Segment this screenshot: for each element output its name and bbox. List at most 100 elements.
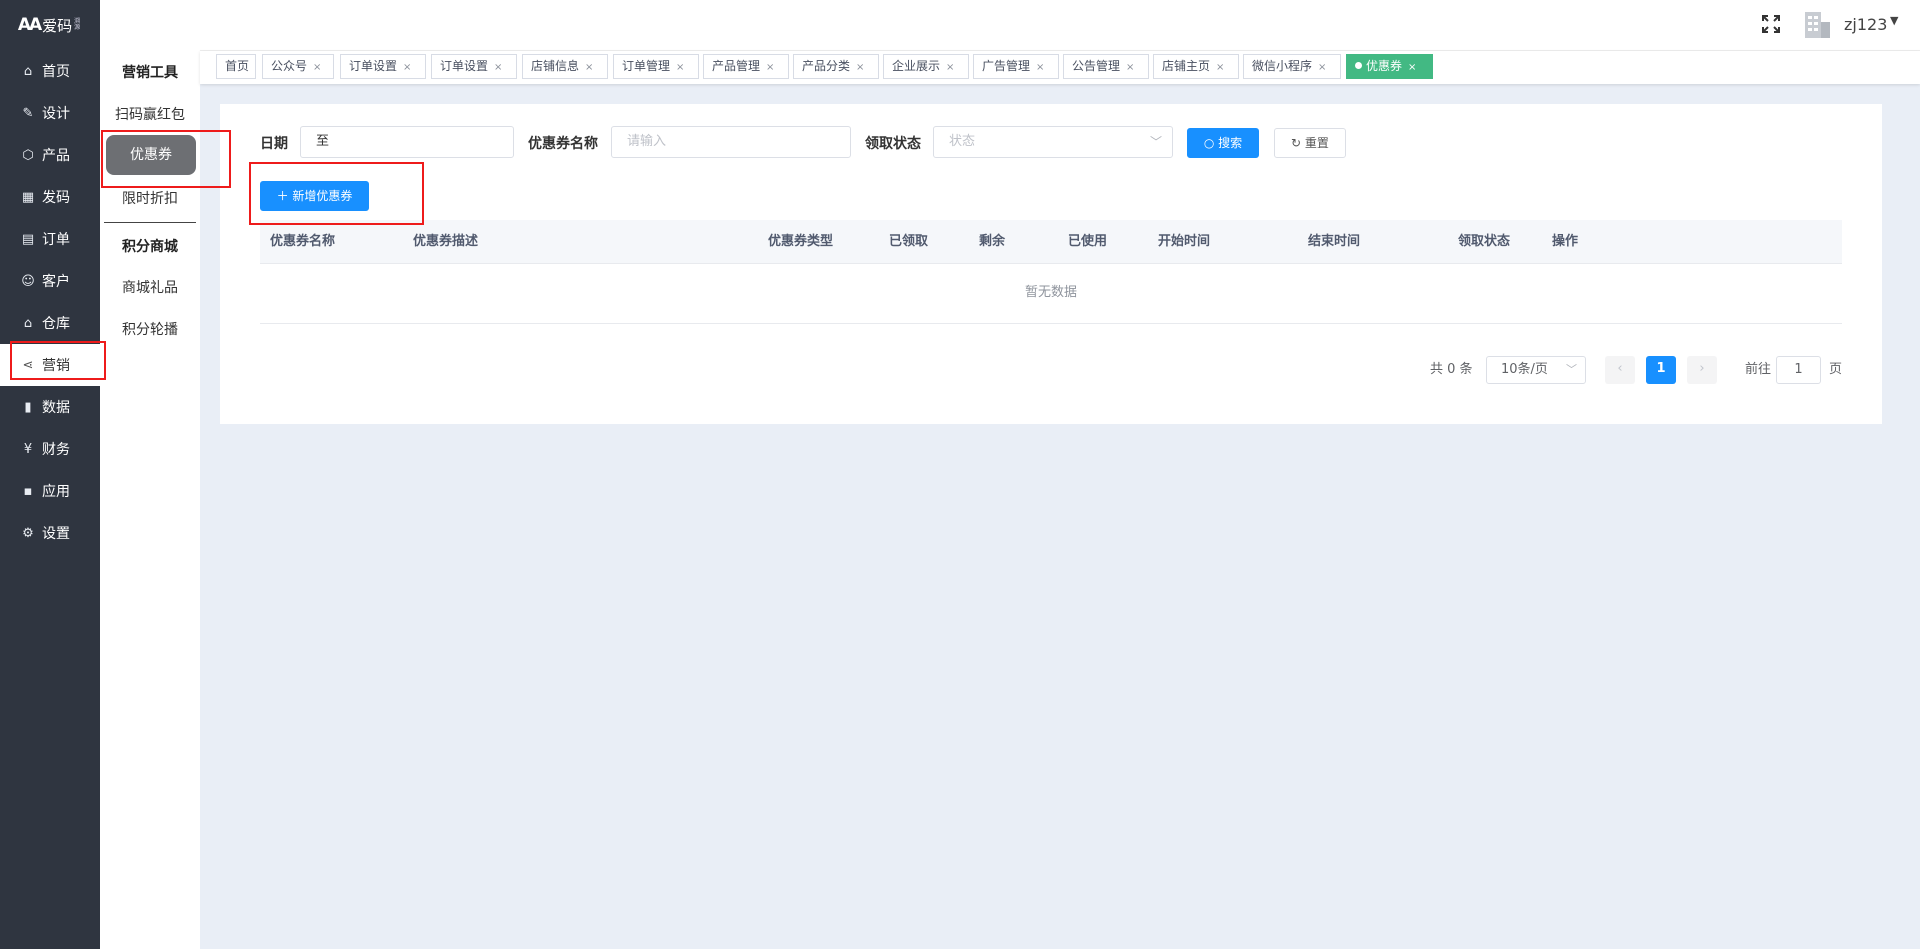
tab-label: 店铺信息	[531, 59, 580, 73]
active-dot-icon	[1355, 62, 1362, 69]
prev-page-button[interactable]: ‹	[1605, 356, 1635, 384]
caret-down-icon[interactable]: ▼	[1890, 14, 1898, 27]
submenu-item-flash-discount[interactable]: 限时折扣	[100, 188, 200, 208]
submenu-item-points-carousel[interactable]: 积分轮播	[100, 319, 200, 339]
add-coupon-button[interactable]: ＋ 新增优惠券	[260, 181, 369, 211]
coupon-name-input[interactable]: 请输入	[611, 126, 851, 158]
nav-item-home[interactable]: ⌂ 首页	[0, 50, 100, 92]
fullscreen-icon[interactable]	[1761, 14, 1781, 39]
empty-table-message: 暂无数据	[260, 263, 1842, 324]
nav-item-apps[interactable]: ▪ 应用	[0, 470, 100, 512]
tab-order-management[interactable]: 订单管理 ×	[613, 54, 699, 79]
close-icon[interactable]: ×	[494, 62, 502, 73]
tab-order-settings-2[interactable]: 订单设置 ×	[431, 54, 517, 79]
goto-label: 前往	[1745, 362, 1772, 377]
gear-icon: ⚙	[22, 525, 34, 541]
close-icon[interactable]: ×	[403, 62, 411, 73]
brand-subtitle: 溯源	[74, 18, 81, 31]
bar-chart-icon: ▮	[24, 399, 32, 415]
home-icon: ⌂	[23, 63, 33, 79]
close-icon[interactable]: ×	[1408, 62, 1416, 73]
yen-icon: ¥	[23, 441, 33, 457]
goto-page-input[interactable]: 1	[1776, 356, 1821, 384]
close-icon[interactable]: ×	[1036, 62, 1044, 73]
tab-order-settings[interactable]: 订单设置 ×	[340, 54, 426, 79]
tab-store-homepage[interactable]: 店铺主页 ×	[1153, 54, 1239, 79]
column-header: 已领取	[889, 234, 929, 249]
nav-item-issue-code[interactable]: ▦ 发码	[0, 176, 100, 218]
goto-suffix: 页	[1829, 362, 1843, 377]
close-icon[interactable]: ×	[585, 62, 593, 73]
chevron-down-icon: ﹀	[1566, 363, 1577, 376]
date-label: 日期	[260, 136, 288, 152]
tab-wechat-mini-program[interactable]: 微信小程序 ×	[1243, 54, 1341, 79]
close-icon[interactable]: ×	[946, 62, 954, 73]
close-icon[interactable]: ×	[676, 62, 684, 73]
clipboard-icon: ▤	[21, 231, 35, 247]
page-number-current[interactable]: 1	[1646, 356, 1676, 384]
nav-label: 数据	[42, 400, 70, 416]
qrcode-icon: ▦	[21, 189, 35, 205]
page-size-select[interactable]: 10条/页 ﹀	[1486, 356, 1586, 384]
close-icon[interactable]: ×	[313, 62, 321, 73]
tab-official-account[interactable]: 公众号 ×	[262, 54, 334, 79]
submenu-group-title: 积分商城	[122, 239, 178, 255]
building-avatar-icon[interactable]	[1802, 10, 1832, 40]
status-select[interactable]: 状态 ﹀	[933, 126, 1173, 158]
submenu-item-scan-red-packet[interactable]: 扫码赢红包	[100, 104, 200, 124]
add-coupon-label: 新增优惠券	[292, 189, 353, 203]
tab-ad-management[interactable]: 广告管理 ×	[973, 54, 1059, 79]
brand-mark: AA	[17, 15, 42, 35]
tab-label: 公告管理	[1072, 59, 1121, 73]
next-page-button[interactable]: ›	[1687, 356, 1717, 384]
nav-item-settings[interactable]: ⚙ 设置	[0, 512, 100, 554]
close-icon[interactable]: ×	[1126, 62, 1134, 73]
chevron-down-icon: ﹀	[1149, 135, 1162, 149]
tab-notice-management[interactable]: 公告管理 ×	[1063, 54, 1149, 79]
tab-company-showcase[interactable]: 企业展示 ×	[883, 54, 969, 79]
nav-label: 客户	[42, 274, 70, 290]
status-placeholder: 状态	[949, 134, 976, 149]
nav-item-marketing[interactable]: ⋖ 营销	[0, 344, 100, 386]
tab-home[interactable]: 首页	[216, 54, 256, 79]
tab-product-management[interactable]: 产品管理 ×	[703, 54, 789, 79]
search-button[interactable]: ○ 搜索	[1187, 128, 1259, 158]
column-header: 已使用	[1068, 234, 1108, 249]
nav-item-finance[interactable]: ¥ 财务	[0, 428, 100, 470]
submenu-item-coupon[interactable]: 优惠券	[106, 135, 196, 175]
brand-name: 爱码	[42, 16, 73, 35]
close-icon[interactable]: ×	[856, 62, 864, 73]
nav-item-customers[interactable]: ☺ 客户	[0, 260, 100, 302]
nav-label: 应用	[42, 484, 70, 500]
tab-label: 广告管理	[982, 59, 1031, 73]
tab-label: 公众号	[271, 59, 308, 73]
nav-item-orders[interactable]: ▤ 订单	[0, 218, 100, 260]
top-header: zj123 ▼	[200, 0, 1920, 51]
nav-item-product[interactable]: ⬡ 产品	[0, 134, 100, 176]
column-header: 领取状态	[1458, 234, 1511, 249]
close-icon[interactable]: ×	[1318, 62, 1326, 73]
column-header: 开始时间	[1158, 234, 1211, 249]
tab-label: 微信小程序	[1252, 59, 1313, 73]
nav-item-warehouse[interactable]: ⌂ 仓库	[0, 302, 100, 344]
reset-button[interactable]: ↻ 重置	[1274, 128, 1346, 158]
tab-label: 优惠券	[1366, 59, 1403, 73]
column-header: 优惠券描述	[413, 234, 479, 249]
username[interactable]: zj123	[1844, 15, 1887, 34]
chevron-right-icon: ›	[1699, 361, 1705, 376]
tab-store-info[interactable]: 店铺信息 ×	[522, 54, 608, 79]
tab-label: 订单设置	[440, 59, 489, 73]
tab-label: 产品管理	[712, 59, 761, 73]
tab-coupon[interactable]: 优惠券 ×	[1346, 54, 1433, 79]
nav-item-design[interactable]: ✎ 设计	[0, 92, 100, 134]
pagination-total: 共 0 条	[1430, 362, 1473, 377]
date-range-input[interactable]: 至	[300, 126, 514, 158]
close-icon[interactable]: ×	[766, 62, 774, 73]
column-header: 剩余	[979, 234, 1006, 249]
submenu-item-mall-gifts[interactable]: 商城礼品	[100, 277, 200, 297]
main-sidebar: AA 爱码 溯源 ⌂ 首页 ✎ 设计 ⬡ 产品 ▦ 发码 ▤ 订单 ☺ 客户 ⌂ 仓库 ⋖ 营销…	[0, 0, 100, 949]
nav-item-data[interactable]: ▮ 数据	[0, 386, 100, 428]
tab-product-category[interactable]: 产品分类 ×	[793, 54, 879, 79]
brand-logo[interactable]: AA 爱码 溯源	[0, 0, 100, 50]
close-icon[interactable]: ×	[1216, 62, 1224, 73]
